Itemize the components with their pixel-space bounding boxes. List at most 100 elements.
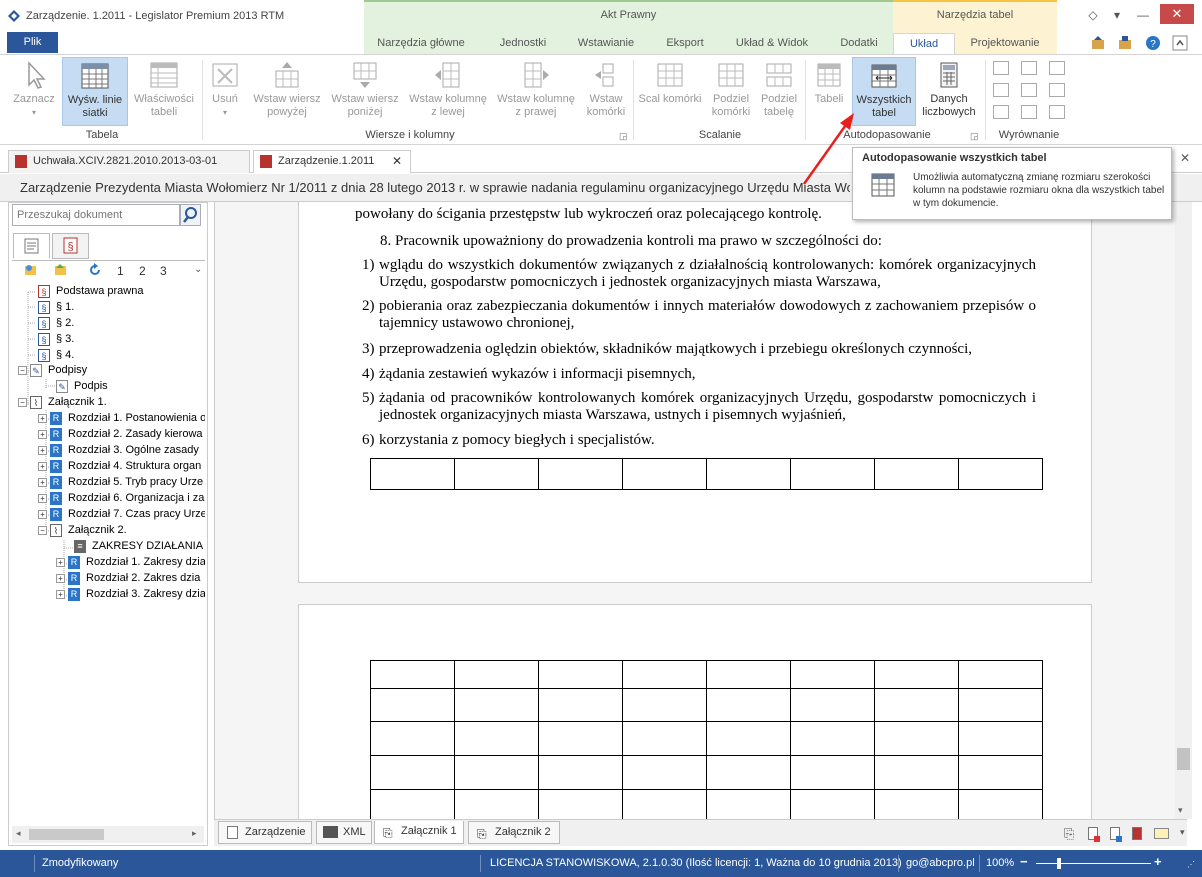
status-email[interactable]: go@abcpro.pl (906, 857, 975, 869)
bottom-tab-zarzadzenie[interactable]: Zarządzenie (218, 821, 312, 844)
tree-item-rozdzial-7[interactable]: + R Rozdział 7. Czas pracy Urze (38, 507, 205, 522)
collapse-toggle[interactable]: − (18, 397, 27, 407)
autodopasuj-danych-liczbowych-button[interactable]: Danych liczbowych (920, 57, 978, 126)
align-bottom-center-icon[interactable] (1021, 105, 1037, 119)
wstaw-komorki-button[interactable]: Wstaw komórki (582, 57, 630, 126)
tree-item-p4[interactable]: § § 4. (38, 348, 74, 363)
wstaw-wiersz-ponizej-button[interactable]: Wstaw wiersz poniżej (328, 57, 402, 126)
close-tab-icon[interactable]: ✕ (392, 151, 402, 172)
tree-item-rozdzial-4[interactable]: + R Rozdział 4. Struktura organ (38, 459, 201, 474)
tab-jednostki[interactable]: Jednostki (490, 33, 556, 54)
expand-toggle[interactable]: + (38, 413, 47, 423)
document-table[interactable] (370, 458, 1043, 490)
scrollbar-thumb[interactable] (1177, 748, 1190, 770)
tree-item-p3[interactable]: § § 3. (38, 332, 74, 347)
search-button[interactable] (180, 204, 201, 226)
tree-item-z2-rozdzial-3[interactable]: + R Rozdział 3. Zakresy dzia (56, 587, 205, 602)
align-top-right-icon[interactable] (1049, 61, 1065, 75)
expand-toggle[interactable]: + (56, 573, 65, 583)
scroll-left-icon[interactable]: ◂ (16, 828, 21, 839)
scal-komorki-button[interactable]: Scal komórki (636, 57, 704, 126)
podziel-komorki-button[interactable]: Podziel komórki (706, 57, 756, 126)
doc-tab-uchwala[interactable]: Uchwała.XCIV.2821.2010.2013-03-01 (8, 150, 250, 173)
expand-toggle[interactable]: + (56, 557, 65, 567)
pane-tab-structure[interactable] (13, 233, 50, 259)
tree-item-podstawa[interactable]: § Podstawa prawna (38, 284, 143, 299)
tree-item-rozdzial-1[interactable]: + R Rozdział 1. Postanowienia o (38, 411, 205, 426)
export-icon[interactable] (1090, 35, 1106, 51)
expand-toggle[interactable]: + (38, 461, 47, 471)
pdf-icon[interactable] (1132, 827, 1142, 840)
tree-item-podpis[interactable]: ✎ Podpis (56, 379, 108, 394)
attach-icon[interactable]: ⎘ (1064, 826, 1074, 842)
chevron-down-icon[interactable]: ▾ (1106, 6, 1128, 24)
align-middle-right-icon[interactable] (1049, 83, 1065, 97)
bottom-tab-zalacznik-2[interactable]: ⎘ Załącznik 2 (468, 821, 560, 844)
scroll-right-icon[interactable]: ▸ (192, 828, 197, 839)
wstaw-wiersz-powyzej-button[interactable]: Wstaw wiersz powyżej (250, 57, 324, 126)
expand-toggle[interactable]: + (38, 493, 47, 503)
tab-uklad[interactable]: Układ (893, 33, 955, 55)
tree-item-rozdzial-2[interactable]: + R Rozdział 2. Zasady kierowa (38, 427, 203, 442)
tab-narzedzia-glowne[interactable]: Narzędzia główne (372, 33, 470, 54)
tab-wstawianie[interactable]: Wstawianie (572, 33, 640, 54)
align-bottom-right-icon[interactable] (1049, 105, 1065, 119)
usun-button[interactable]: Usuń ▾ (206, 57, 244, 126)
note-icon[interactable] (1154, 828, 1169, 839)
tree-item-zakresy[interactable]: ≡ ZAKRESY DZIAŁANIA B (74, 539, 205, 554)
doc-tab-zarzadzenie[interactable]: Zarządzenie.1.2011 ✕ (253, 150, 411, 173)
help-icon[interactable]: ? (1145, 35, 1161, 51)
tab-eksport[interactable]: Eksport (658, 33, 712, 54)
zoom-in-icon[interactable]: + (1154, 854, 1162, 869)
chevron-down-icon[interactable]: ▾ (1180, 827, 1185, 838)
document-table[interactable] (370, 660, 1043, 831)
expand-toggle[interactable]: + (56, 589, 65, 599)
expand-toggle[interactable]: + (38, 445, 47, 455)
attachment-settings-icon[interactable] (1110, 827, 1122, 842)
minimize-button[interactable]: — (1132, 6, 1154, 24)
tab-uklad-widok[interactable]: Układ & Widok (730, 33, 814, 54)
tree-item-z2-rozdzial-2[interactable]: + R Rozdział 2. Zakres dzia (56, 571, 200, 586)
pane-tab-paragraphs[interactable]: § (52, 233, 89, 259)
restore-icon[interactable]: ◇ (1082, 6, 1104, 24)
align-middle-center-icon[interactable] (1021, 83, 1037, 97)
tree-item-zalacznik-2[interactable]: − ⌇ Załącznik 2. (38, 523, 127, 538)
wysw-linie-siatki-button[interactable]: Wyśw. linie siatki (62, 57, 128, 126)
align-bottom-left-icon[interactable] (993, 105, 1009, 119)
collapse-ribbon-icon[interactable] (1172, 35, 1188, 51)
import-icon[interactable] (1117, 35, 1133, 51)
scrollbar-thumb[interactable] (29, 829, 104, 840)
zoom-out-icon[interactable]: − (1020, 854, 1028, 869)
add-attachment-icon[interactable] (1088, 827, 1100, 842)
tree-item-p1[interactable]: § § 1. (38, 300, 74, 315)
bottom-tab-xml[interactable]: XML (316, 821, 372, 844)
align-top-left-icon[interactable] (993, 61, 1009, 75)
tree-item-rozdzial-6[interactable]: + R Rozdział 6. Organizacja i za (38, 491, 204, 506)
collapse-toggle[interactable]: − (18, 365, 27, 375)
tree-item-z2-rozdzial-1[interactable]: + R Rozdział 1. Zakresy dzia (56, 555, 205, 570)
search-input[interactable] (12, 204, 180, 226)
dialog-launcher-icon[interactable]: ◲ (970, 131, 979, 142)
zoom-slider-track[interactable] (1036, 863, 1151, 864)
expand-toggle[interactable]: + (38, 509, 47, 519)
tree-item-podpisy[interactable]: − ✎ Podpisy (18, 363, 87, 378)
resize-grip-icon[interactable]: ⋰ (1187, 860, 1195, 869)
collapse-toggle[interactable]: − (38, 525, 47, 535)
bottom-tab-zalacznik-1[interactable]: ⎘ Załącznik 1 (374, 821, 464, 844)
expand-toggle[interactable]: + (38, 429, 47, 439)
wstaw-kolumne-z-prawej-button[interactable]: Wstaw kolumnę z prawej (494, 57, 578, 126)
dialog-launcher-icon[interactable]: ◲ (619, 131, 628, 142)
align-middle-left-icon[interactable] (993, 83, 1009, 97)
zoom-slider-thumb[interactable] (1057, 858, 1061, 869)
align-top-center-icon[interactable] (1021, 61, 1037, 75)
tree-item-zalacznik-1[interactable]: − ⌇ Załącznik 1. (18, 395, 107, 410)
close-all-icon[interactable]: ✕ (1180, 151, 1190, 165)
vertical-scrollbar[interactable] (1175, 202, 1192, 819)
wlasciwosci-tabeli-button[interactable]: Właściwości tabeli (132, 57, 196, 126)
tab-plik[interactable]: Plik (7, 32, 58, 53)
tab-dodatki[interactable]: Dodatki (832, 33, 886, 54)
expand-toggle[interactable]: + (38, 477, 47, 487)
close-button[interactable]: ✕ (1160, 4, 1194, 24)
tab-projektowanie[interactable]: Projektowanie (962, 33, 1048, 54)
horizontal-scrollbar[interactable]: ◂ ▸ (12, 826, 204, 843)
